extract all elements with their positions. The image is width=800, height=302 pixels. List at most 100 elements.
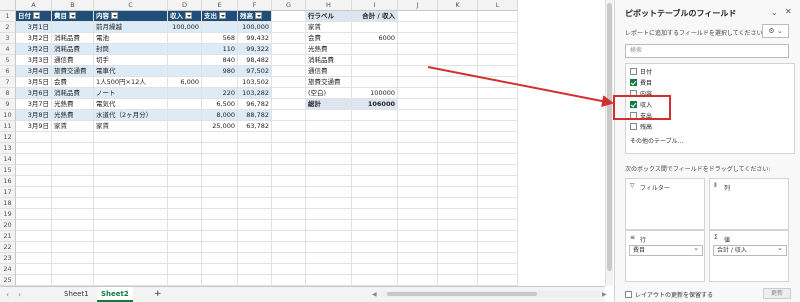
grid-cell[interactable] [438, 22, 478, 33]
hscroll-right-icon[interactable]: ▶ [602, 287, 607, 302]
column-header[interactable]: E [202, 0, 238, 11]
grid-cell[interactable] [478, 132, 518, 143]
row-header[interactable]: 15 [0, 165, 16, 176]
grid-cell[interactable] [272, 209, 306, 220]
field-item[interactable]: 残高 [630, 123, 652, 133]
grid-cell[interactable] [238, 176, 272, 187]
grid-cell[interactable] [94, 165, 168, 176]
grid-cell[interactable] [94, 154, 168, 165]
row-header[interactable]: 3 [0, 33, 16, 44]
grid-cell[interactable] [398, 165, 438, 176]
grid-cell[interactable] [272, 121, 306, 132]
table-cell[interactable]: 3月2日 [16, 44, 52, 55]
column-header[interactable]: K [438, 0, 478, 11]
grid-cell[interactable] [306, 198, 352, 209]
table-cell[interactable]: 99,322 [238, 44, 272, 55]
grid-cell[interactable] [272, 220, 306, 231]
grid-cell[interactable] [438, 33, 478, 44]
grid-cell[interactable] [238, 143, 272, 154]
grid-cell[interactable] [202, 143, 238, 154]
grid-cell[interactable] [478, 44, 518, 55]
row-header[interactable]: 10 [0, 110, 16, 121]
table-header[interactable]: 日付 [16, 11, 52, 22]
grid-cell[interactable] [352, 143, 398, 154]
update-button[interactable]: 更新 [763, 288, 791, 299]
grid-cell[interactable] [478, 66, 518, 77]
table-header[interactable]: 支出 [202, 11, 238, 22]
grid-cell[interactable] [202, 176, 238, 187]
grid-cell[interactable] [398, 176, 438, 187]
grid-cell[interactable] [202, 220, 238, 231]
grid-cell[interactable] [398, 264, 438, 275]
grid-cell[interactable] [272, 44, 306, 55]
grid-cell[interactable] [478, 165, 518, 176]
grid-cell[interactable] [16, 176, 52, 187]
table-cell[interactable]: 3月8日 [16, 110, 52, 121]
table-cell[interactable]: 切手 [94, 55, 168, 66]
grid-cell[interactable] [438, 198, 478, 209]
pivot-value[interactable]: 6000 [352, 33, 398, 44]
grid-cell[interactable] [306, 132, 352, 143]
table-cell[interactable] [202, 77, 238, 88]
pivot-value[interactable]: 100000 [352, 88, 398, 99]
table-cell[interactable]: 光熱費 [52, 110, 94, 121]
row-header[interactable]: 9 [0, 99, 16, 110]
column-header[interactable]: F [238, 0, 272, 11]
grid-cell[interactable] [202, 275, 238, 286]
table-cell[interactable]: 98,482 [238, 55, 272, 66]
table-cell[interactable]: 電気代 [94, 99, 168, 110]
grid-cell[interactable] [16, 264, 52, 275]
grid-cell[interactable] [438, 209, 478, 220]
grid-cell[interactable] [352, 187, 398, 198]
grid-cell[interactable] [398, 88, 438, 99]
row-header[interactable]: 25 [0, 275, 16, 286]
table-cell[interactable]: 3月6日 [16, 88, 52, 99]
grid-cell[interactable] [94, 264, 168, 275]
grid-cell[interactable] [306, 110, 352, 121]
column-header[interactable]: B [52, 0, 94, 11]
tab-sheet2[interactable]: Sheet2 [97, 287, 133, 302]
grid-cell[interactable] [168, 264, 202, 275]
grid-cell[interactable] [438, 66, 478, 77]
grid-cell[interactable] [438, 55, 478, 66]
grid-cell[interactable] [272, 231, 306, 242]
grid-cell[interactable] [306, 176, 352, 187]
grid-cell[interactable] [16, 253, 52, 264]
grid-cell[interactable] [306, 187, 352, 198]
table-cell[interactable] [168, 88, 202, 99]
grid-cell[interactable] [94, 275, 168, 286]
pivot-value[interactable] [352, 55, 398, 66]
grid-cell[interactable] [272, 242, 306, 253]
grid-cell[interactable] [438, 44, 478, 55]
field-item[interactable]: 費目 [630, 79, 652, 89]
pivot-row-label[interactable]: 旅費交通費 [306, 77, 352, 88]
grid-cell[interactable] [398, 209, 438, 220]
row-header[interactable]: 6 [0, 66, 16, 77]
grid-cell[interactable] [306, 165, 352, 176]
table-cell[interactable]: 3月2日 [16, 33, 52, 44]
grid-cell[interactable] [238, 209, 272, 220]
grid-cell[interactable] [478, 242, 518, 253]
table-cell[interactable] [168, 33, 202, 44]
tab-next-icon[interactable]: › [18, 287, 21, 302]
column-header[interactable]: H [306, 0, 352, 11]
row-header[interactable]: 21 [0, 231, 16, 242]
grid-cell[interactable] [478, 55, 518, 66]
table-cell[interactable]: 3月5日 [16, 77, 52, 88]
grid-cell[interactable] [168, 220, 202, 231]
row-header[interactable]: 14 [0, 154, 16, 165]
grid-cell[interactable] [94, 198, 168, 209]
grid-cell[interactable] [168, 209, 202, 220]
grid-cell[interactable] [478, 187, 518, 198]
grid-cell[interactable] [272, 33, 306, 44]
grid-cell[interactable] [478, 198, 518, 209]
grid-cell[interactable] [272, 275, 306, 286]
grid-cell[interactable] [272, 11, 306, 22]
grid-cell[interactable] [398, 275, 438, 286]
grid-cell[interactable] [16, 242, 52, 253]
grid-cell[interactable] [352, 165, 398, 176]
table-header[interactable]: 費目 [52, 11, 94, 22]
grid-cell[interactable] [94, 187, 168, 198]
table-cell[interactable]: 家賃 [94, 121, 168, 132]
grid-cell[interactable] [478, 22, 518, 33]
